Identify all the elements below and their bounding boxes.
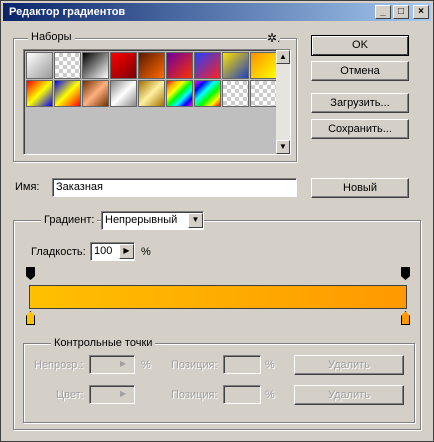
gradient-preview-bar[interactable] [29,285,407,309]
gradient-editor-window: Редактор градиентов _ □ × Наборы ✲. ▲ ▼ [0,0,434,442]
save-button[interactable]: Сохранить... [311,119,409,139]
name-input[interactable]: Заказная [52,178,297,197]
smoothness-unit: % [141,246,151,258]
opacity-position-unit: % [265,359,275,371]
preset-swatch[interactable] [110,80,137,107]
preset-swatch[interactable] [222,52,249,79]
cancel-button[interactable]: Отмена [311,61,409,81]
opacity-arrow-icon: ▶ [120,359,127,368]
color-position-unit: % [265,389,275,401]
chevron-down-icon[interactable]: ▼ [188,213,203,228]
smoothness-value: 100 [94,245,113,257]
gradient-type-label: Градиент: [41,214,98,226]
preset-swatch[interactable] [82,52,109,79]
load-button[interactable]: Загрузить... [311,93,409,113]
presets-scrollbar[interactable]: ▲ ▼ [276,50,290,154]
name-input-value: Заказная [56,181,104,193]
scroll-up-arrow-icon[interactable]: ▲ [276,50,290,64]
preset-swatch[interactable] [82,80,109,107]
stops-label: Контрольные точки [51,337,156,349]
title-bar[interactable]: Редактор градиентов _ □ × [3,3,431,21]
preset-swatch[interactable] [54,80,81,107]
maximize-button[interactable]: □ [393,5,409,19]
opacity-unit: % [141,359,151,371]
color-position-label: Позиция: [171,389,218,401]
preset-swatch[interactable] [194,80,221,107]
window-title: Редактор градиентов [9,6,126,18]
color-swatch-input[interactable]: ▶ [89,385,135,404]
close-button[interactable]: × [413,5,429,19]
delete-color-stop-button[interactable]: Удалить [294,385,404,405]
delete-opacity-stop-button[interactable]: Удалить [294,355,404,375]
ok-button[interactable]: OK [311,35,409,56]
preset-swatch[interactable] [194,52,221,79]
preset-swatch[interactable] [138,52,165,79]
smoothness-arrow-icon[interactable]: ▶ [119,244,134,259]
color-arrow-icon: ▶ [120,389,127,398]
opacity-label: Непрозр.: [34,359,84,371]
smoothness-input[interactable]: 100 ▶ [90,242,135,261]
preset-swatch[interactable] [250,80,277,107]
color-position-input[interactable] [223,385,261,404]
preset-swatch[interactable] [138,80,165,107]
opacity-position-input[interactable] [223,355,261,374]
name-label: Имя: [15,181,40,193]
gradient-type-select[interactable]: Непрерывный ▼ [101,211,204,230]
new-button[interactable]: Новый [311,178,409,198]
preset-swatch[interactable] [26,80,53,107]
presets-label: Наборы [28,31,75,43]
preset-swatch[interactable] [166,52,193,79]
gradient-type-value: Непрерывный [105,214,178,226]
preset-swatch[interactable] [250,52,277,79]
presets-list[interactable]: ▲ ▼ [23,49,291,155]
preset-swatch[interactable] [26,52,53,79]
smoothness-label: Гладкость: [31,246,86,258]
scroll-down-arrow-icon[interactable]: ▼ [276,140,290,154]
color-label: Цвет: [56,389,84,401]
minimize-button[interactable]: _ [375,5,391,19]
preset-swatch[interactable] [222,80,249,107]
preset-swatch[interactable] [110,52,137,79]
opacity-input[interactable]: ▶ [89,355,135,374]
preset-swatch[interactable] [166,80,193,107]
preset-swatch[interactable] [54,52,81,79]
gear-icon[interactable]: ✲. [267,31,281,45]
opacity-position-label: Позиция: [171,359,218,371]
